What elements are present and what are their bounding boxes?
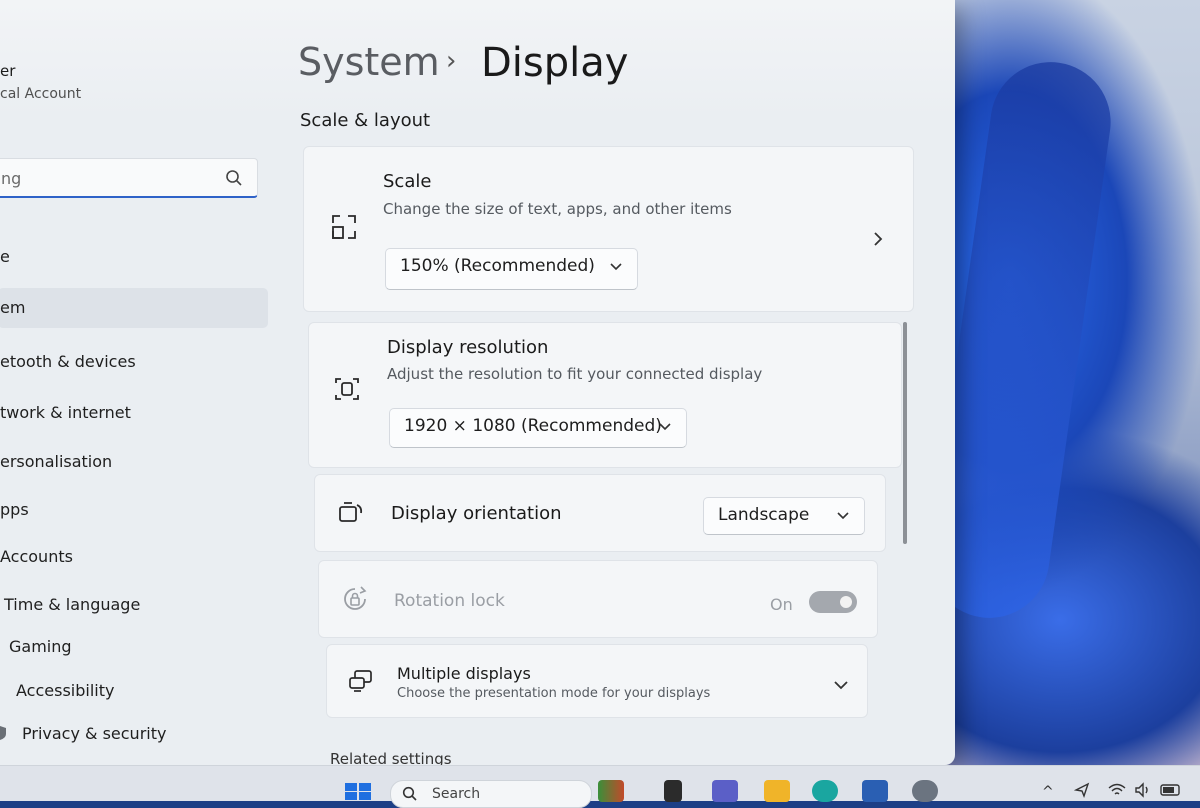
settings-window: er cal Account ng e em etooth & devices … (0, 0, 955, 765)
sidebar-item-gaming[interactable]: Gaming (9, 627, 72, 667)
shield-icon (0, 726, 6, 740)
volume-icon[interactable] (1134, 782, 1152, 798)
chevron-down-icon (837, 512, 849, 520)
orientation-icon (339, 502, 363, 522)
chevron-down-icon (659, 423, 671, 431)
related-settings-heading: Related settings (330, 750, 452, 765)
display-resolution-icon (335, 378, 359, 400)
multiple-displays-icon (349, 670, 372, 692)
location-icon (1074, 782, 1090, 798)
settings-gear-icon[interactable] (912, 780, 938, 802)
rotation-lock-title: Rotation lock (394, 591, 505, 611)
store-icon[interactable] (862, 780, 888, 802)
search-input[interactable]: ng (1, 169, 21, 188)
edge-icon[interactable] (812, 780, 838, 802)
chevron-up-icon[interactable]: ^ (1042, 784, 1054, 800)
scale-description: Change the size of text, apps, and other… (383, 200, 732, 218)
sidebar-item-network[interactable]: twork & internet (0, 393, 131, 433)
display-orientation-title: Display orientation (391, 503, 562, 524)
breadcrumb-separator-icon: › (446, 46, 457, 76)
wifi-icon[interactable] (1108, 782, 1126, 798)
sidebar-item-privacy-security[interactable]: Privacy & security (22, 714, 166, 754)
search-icon[interactable] (225, 169, 243, 187)
display-resolution-card: Display resolution Adjust the resolution… (308, 322, 902, 468)
rotation-lock-toggle[interactable] (809, 591, 857, 613)
resolution-dropdown[interactable]: 1920 × 1080 (Recommended) (389, 408, 687, 448)
user-name: er (0, 62, 16, 80)
display-orientation-card: Display orientation Landscape (314, 474, 886, 552)
file-explorer-icon[interactable] (764, 780, 790, 802)
chevron-down-icon (610, 263, 622, 271)
teams-icon[interactable] (712, 780, 738, 802)
scale-title: Scale (383, 171, 432, 192)
rotation-lock-icon (344, 586, 367, 610)
page-title: Display (481, 40, 629, 86)
display-resolution-title: Display resolution (387, 337, 549, 358)
rotation-lock-state: On (770, 595, 793, 614)
scale-dropdown-value: 150% (Recommended) (400, 256, 595, 276)
rotation-lock-card: Rotation lock On (318, 560, 878, 638)
widgets-icon[interactable] (598, 780, 624, 802)
multiple-displays-title: Multiple displays (397, 664, 531, 683)
sidebar-item-accounts[interactable]: Accounts (0, 537, 73, 577)
start-icon[interactable] (344, 782, 372, 800)
orientation-dropdown-value: Landscape (718, 505, 810, 525)
sidebar-item-apps[interactable]: pps (0, 490, 29, 530)
breadcrumb-system[interactable]: System (298, 40, 440, 84)
sidebar-item-personalisation[interactable]: ersonalisation (0, 442, 112, 482)
sidebar-item-system[interactable]: em (0, 288, 268, 328)
content-scrollbar[interactable] (903, 322, 907, 544)
taskbar-search-box[interactable] (390, 780, 592, 808)
chevron-right-icon[interactable] (870, 231, 886, 247)
battery-icon[interactable] (1160, 784, 1182, 796)
scale-card[interactable]: Scale Change the size of text, apps, and… (303, 146, 914, 312)
chevron-down-icon[interactable] (833, 677, 849, 693)
orientation-dropdown[interactable]: Landscape (703, 497, 865, 535)
multiple-displays-description: Choose the presentation mode for your di… (397, 686, 711, 701)
settings-search-box[interactable]: ng (0, 158, 258, 198)
task-view-icon[interactable] (664, 780, 682, 802)
display-resolution-description: Adjust the resolution to fit your connec… (387, 365, 763, 383)
scale-dropdown[interactable]: 150% (Recommended) (385, 248, 638, 290)
sidebar-item-bluetooth[interactable]: etooth & devices (0, 342, 136, 382)
sidebar-item-home[interactable]: e (0, 237, 10, 277)
sidebar-item-time-language[interactable]: Time & language (4, 585, 140, 625)
multiple-displays-card[interactable]: Multiple displays Choose the presentatio… (326, 644, 868, 718)
section-title-scale-layout: Scale & layout (300, 110, 431, 131)
user-account-type: cal Account (0, 86, 82, 102)
sidebar-item-accessibility[interactable]: Accessibility (16, 671, 114, 711)
resolution-dropdown-value: 1920 × 1080 (Recommended) (404, 416, 662, 436)
scale-icon (332, 215, 356, 239)
